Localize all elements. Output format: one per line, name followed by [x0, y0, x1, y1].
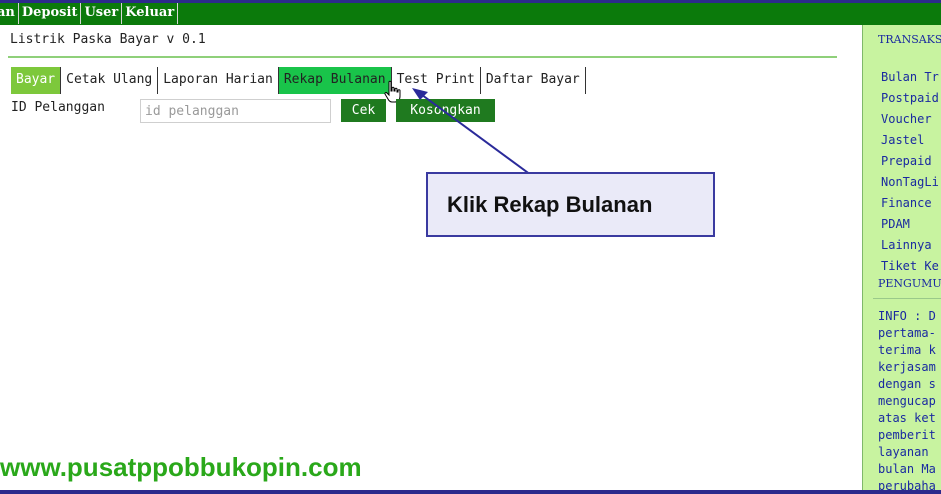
tab-bayar[interactable]: Bayar: [11, 67, 62, 94]
top-nav: an Deposit User Keluar: [0, 3, 941, 25]
cek-button[interactable]: Cek: [341, 99, 386, 122]
sidebar-header-pengumuman: PENGUMUM: [878, 277, 941, 290]
tab-test-print[interactable]: Test Print: [392, 67, 481, 94]
tab-daftar-bayar[interactable]: Daftar Bayar: [481, 67, 586, 94]
tab-laporan-harian[interactable]: Laporan Harian: [158, 67, 279, 94]
title-divider: [8, 56, 837, 58]
sidebar-header-transaksi: TRANSAKS: [878, 33, 941, 46]
tab-bar: Bayar Cetak Ulang Laporan Harian Rekap B…: [11, 67, 586, 94]
sidebar-item-finance[interactable]: Finance: [881, 193, 939, 214]
sidebar-item-prepaid[interactable]: Prepaid: [881, 151, 939, 172]
sidebar-item-voucher[interactable]: Voucher: [881, 109, 939, 130]
id-pelanggan-input[interactable]: [140, 99, 331, 123]
sidebar-divider: [873, 298, 941, 299]
sidebar-item-lainnya[interactable]: Lainnya: [881, 235, 939, 256]
sidebar-info-text: INFO : D pertama- terima k kerjasam deng…: [878, 309, 936, 490]
nav-item-keluar[interactable]: Keluar: [122, 3, 179, 24]
sidebar-item-tiket[interactable]: Tiket Ke: [881, 256, 939, 277]
callout-text: Klik Rekap Bulanan: [447, 191, 653, 217]
sidebar-item-bulan-tr[interactable]: Bulan Tr: [881, 67, 939, 88]
right-sidebar: TRANSAKS Bulan Tr Postpaid Voucher Jaste…: [862, 25, 941, 490]
nav-item-user[interactable]: User: [81, 3, 123, 24]
sidebar-menu: Bulan Tr Postpaid Voucher Jastel Prepaid…: [881, 67, 939, 277]
page-title: Listrik Paska Bayar v 0.1: [10, 32, 206, 47]
nav-item-deposit[interactable]: Deposit: [19, 3, 82, 24]
sidebar-item-pdam[interactable]: PDAM: [881, 214, 939, 235]
id-pelanggan-label: ID Pelanggan: [11, 100, 105, 115]
site-watermark: www.pusatppobbukopin.com: [0, 452, 362, 482]
tab-cetak-ulang[interactable]: Cetak Ulang: [61, 67, 159, 94]
kosongkan-button[interactable]: Kosongkan: [396, 99, 495, 122]
sidebar-item-postpaid[interactable]: Postpaid: [881, 88, 939, 109]
sidebar-item-jastel[interactable]: Jastel: [881, 130, 939, 151]
nav-item-partial[interactable]: an: [0, 3, 19, 24]
window-frame-bottom: [0, 490, 941, 494]
sidebar-item-nontagli[interactable]: NonTagLi: [881, 172, 939, 193]
instruction-callout: Klik Rekap Bulanan: [426, 172, 715, 237]
tab-rekap-bulanan[interactable]: Rekap Bulanan: [278, 67, 392, 94]
